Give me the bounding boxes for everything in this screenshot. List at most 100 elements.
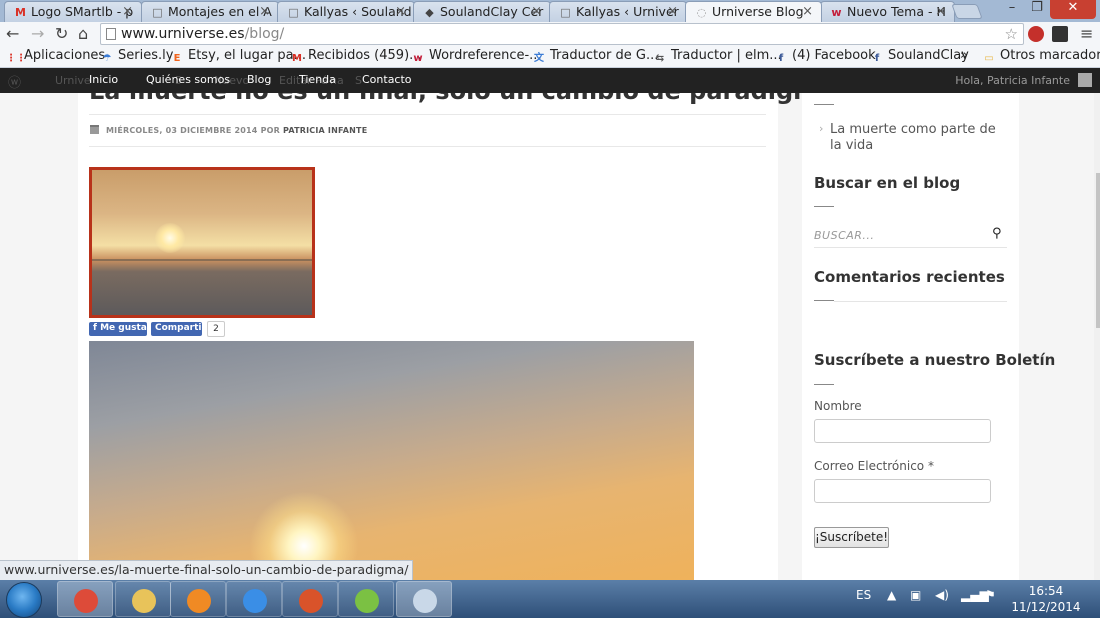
nav-quienes-somos[interactable]: Quiénes somos [146,73,230,86]
etsy-icon: E [173,53,181,64]
tab-title: Montajes en el A [168,4,272,19]
clock[interactable]: 16:54 11/12/2014 [1010,583,1082,615]
minimize-button[interactable]: – [1000,0,1024,19]
bookmark-label: Wordreference-... [429,48,542,63]
close-tab-icon[interactable]: × [802,4,813,19]
admin-ghost-s: S [355,74,362,87]
bookmark-item[interactable]: ⇆ Traductor | elm... [653,48,782,66]
browser-tab[interactable]: M Logo SMartlb - p × [4,1,142,22]
post-title: La muerte no es un final, solo un cambio… [89,93,834,105]
address-bar[interactable]: www.urniverse.es/blog/ ☆ [100,23,1024,45]
browser-tab[interactable]: w Nuevo Tema - H × [820,1,955,22]
browser-tab[interactable]: ◌ Urniverse Blog × [685,1,822,22]
new-tab-button[interactable] [951,4,983,19]
bookmark-item[interactable]: ☂ Series.ly [100,48,174,66]
bookmark-item[interactable]: 文 Traductor de G... [532,48,658,66]
search-input[interactable]: BUSCAR... [814,229,874,242]
address-url[interactable]: www.urniverse.es/blog/ [121,26,284,42]
email-label: Correo Electrónico * [814,459,934,473]
bookmark-item[interactable]: ⋮⋮Aplicaciones [6,48,105,66]
admin-greeting[interactable]: Hola, Patricia Infante [955,74,1070,87]
bookmark-item[interactable]: f (4) Facebook [774,48,876,66]
tab-title: Logo SMartlb - p [31,4,134,19]
recent-post-link[interactable]: La muerte como parte de la vida [830,122,1000,154]
scrollbar-thumb[interactable] [1096,173,1100,328]
taskbar-office[interactable] [282,581,338,617]
back-arrow-icon[interactable]: ← [6,24,19,43]
taskbar-internet-explorer[interactable] [226,581,282,617]
nav-contacto[interactable]: Contacto [362,73,412,86]
wordreference-icon: w [831,6,842,19]
nav-tienda[interactable]: Tienda [299,73,336,86]
menu-icon[interactable]: ≡ [1080,24,1093,43]
taskbar-media-player[interactable] [170,581,226,617]
facebook-share-button[interactable]: Compartir [151,322,206,336]
browser-tab[interactable]: □ Montajes en el A × [141,1,279,22]
sun [155,223,185,253]
bookmark-star-icon[interactable]: ☆ [1005,25,1018,43]
scrollbar[interactable] [1094,93,1100,580]
close-window-button[interactable]: ✕ [1050,0,1096,19]
section-divider [834,301,1007,302]
nav-inicio[interactable]: Inicio [89,73,118,86]
close-tab-icon[interactable]: × [122,4,133,19]
taskbar-picasa[interactable] [338,581,394,617]
folder-icon: ▭ [984,53,994,64]
tab-title: Urniverse Blog [712,4,804,19]
admin-bar: ⓦ Urnive 5 Nuevo Editar Pá na S Inicio Q… [0,68,1100,93]
tab-title: Kallyas ‹ Urniver [576,4,679,19]
browser-tab[interactable]: ◆ SoulandClay Cer × [413,1,551,22]
facebook-like-button[interactable]: f Me gusta [89,322,147,336]
forward-arrow-icon[interactable]: → [31,24,44,43]
taskbar-chrome[interactable] [57,581,113,617]
admin-site-name[interactable]: Urnive [55,74,91,87]
close-tab-icon[interactable]: × [935,4,946,19]
picasa-icon [355,589,379,613]
close-tab-icon[interactable]: × [531,4,542,19]
tab-title: Nuevo Tema - H [847,4,946,19]
apps-icon: ⋮⋮ [6,53,26,64]
avatar[interactable] [1078,73,1092,87]
email-field[interactable] [814,479,991,503]
reload-icon[interactable]: ↻ [55,24,68,43]
bookmark-item[interactable]: M Recibidos (459)... [290,48,422,66]
home-icon[interactable]: ⌂ [78,24,88,43]
flag-icon[interactable]: ⚑ [985,588,996,602]
search-heading: Buscar en el blog [814,174,961,192]
opera-extension-icon[interactable] [1028,26,1044,42]
horizon [92,259,312,261]
post-image[interactable] [89,341,694,580]
nav-blog[interactable]: Blog [247,73,271,86]
bookmark-item[interactable]: f SoulandClay [870,48,969,66]
show-hidden-icons[interactable]: ▲ [887,588,896,602]
document-icon: □ [560,6,571,19]
language-indicator[interactable]: ES [856,588,871,602]
network-icon[interactable]: ▣ [910,588,921,602]
subscribe-button[interactable]: ¡Suscríbete! [814,527,889,548]
bookmark-item[interactable]: ▭ Otros marcadores [982,48,1100,66]
close-tab-icon[interactable]: × [259,4,270,19]
wordpress-icon[interactable]: ⓦ [8,72,21,91]
bookmark-item[interactable]: w Wordreference-... [411,48,542,66]
media-player-icon [187,589,211,613]
post-author[interactable]: PATRICIA INFANTE [283,126,367,135]
bookmark-label: SoulandClay [888,48,969,63]
start-button[interactable] [6,582,42,618]
heading-underline [814,384,834,385]
name-field[interactable] [814,419,991,443]
bookmark-item[interactable]: E Etsy, el lugar pa... [170,48,306,66]
search-icon[interactable]: ⚲ [992,226,1002,241]
title-divider [89,114,766,115]
taskbar-paint[interactable] [396,581,452,617]
close-tab-icon[interactable]: × [395,4,406,19]
close-tab-icon[interactable]: × [667,4,678,19]
bookmark-item[interactable]: » [960,48,968,63]
featured-image[interactable] [89,167,315,318]
volume-icon[interactable]: ◀) [935,588,949,602]
browser-tab[interactable]: □ Kallyas ‹ Urniver × [549,1,687,22]
maximize-button[interactable]: ❐ [1026,0,1048,19]
gmail-extension-icon[interactable] [1052,26,1068,42]
bookmarks-bar: ⋮⋮Aplicaciones ☂ Series.ly E Etsy, el lugar … [0,46,1100,68]
taskbar-explorer[interactable] [115,581,171,617]
browser-tab[interactable]: □ Kallyas ‹ Souland × [277,1,415,22]
